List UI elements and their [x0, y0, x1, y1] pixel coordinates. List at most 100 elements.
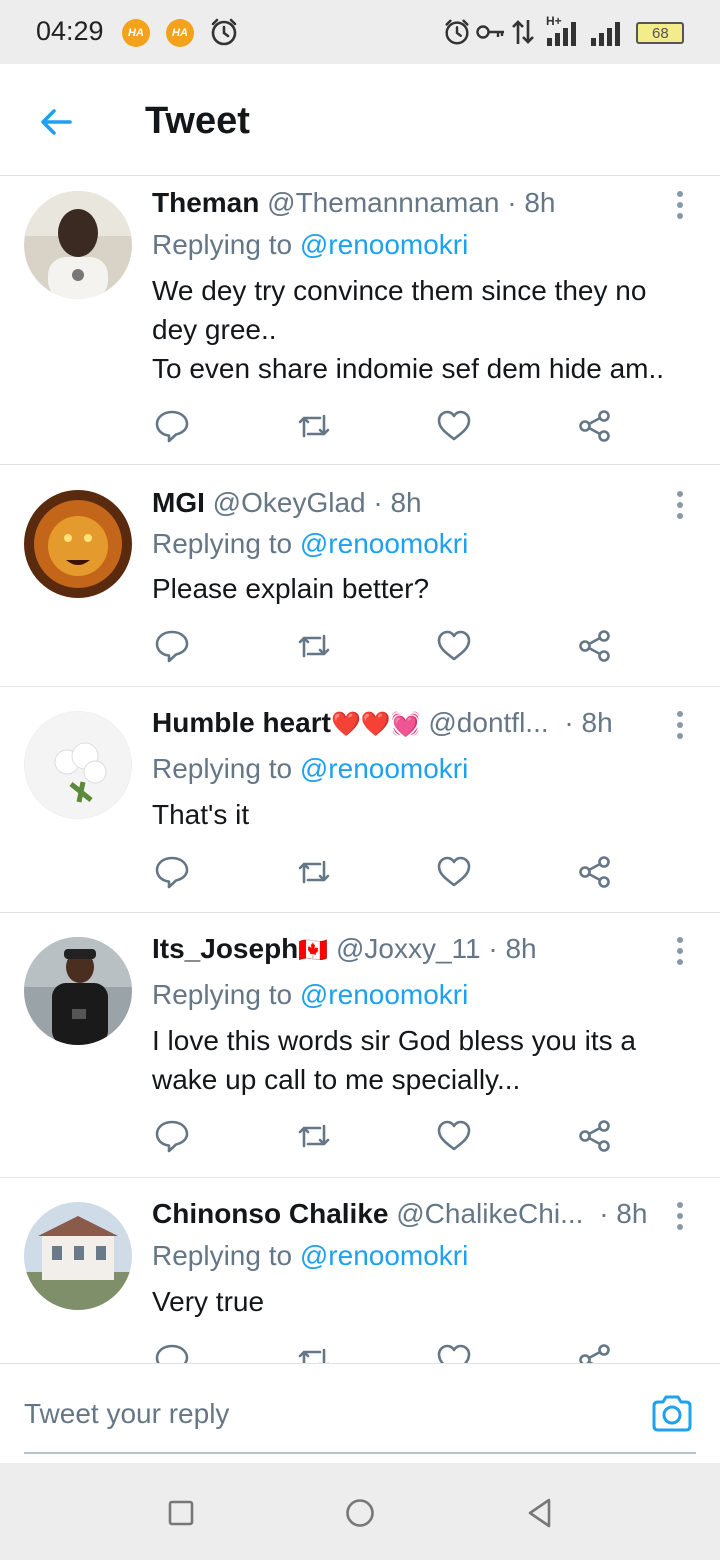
display-name[interactable]: Humble heart [152, 707, 331, 738]
avatar[interactable] [24, 490, 132, 598]
user-handle: @Joxxy_11 [335, 933, 481, 964]
share-icon[interactable] [577, 628, 613, 664]
tweet[interactable]: MGI @OkeyGlad · 8h Replying to @renoomok… [0, 465, 720, 687]
more-vertical-icon[interactable] [672, 189, 688, 221]
replying-to: Replying to @renoomokri [152, 528, 468, 560]
more-vertical-icon[interactable] [672, 935, 688, 967]
reply-input[interactable] [24, 1392, 624, 1436]
data-arrows-icon [512, 20, 534, 44]
retweet-icon[interactable] [296, 628, 332, 664]
reply-icon[interactable] [154, 1342, 190, 1363]
share-icon[interactable] [577, 408, 613, 444]
alarm-icon [211, 18, 237, 46]
alarm-icon [445, 19, 469, 45]
reply-icon[interactable] [154, 628, 190, 664]
avatar[interactable] [24, 711, 132, 819]
reply-feed[interactable]: Theman @Themannnaman · 8h Replying to @r… [0, 177, 720, 1363]
display-name[interactable]: Its_Joseph [152, 933, 298, 964]
display-name[interactable]: MGI [152, 487, 205, 518]
page-title: Tweet [145, 100, 250, 142]
more-vertical-icon[interactable] [672, 709, 688, 741]
back-triangle-icon[interactable] [522, 1495, 558, 1531]
more-vertical-icon[interactable] [672, 489, 688, 521]
user-handle: @OkeyGlad [212, 487, 366, 518]
heart-icon[interactable] [436, 628, 472, 664]
replying-to: Replying to @renoomokri [152, 753, 468, 785]
status-time: 04:29 [36, 16, 104, 46]
retweet-icon[interactable] [296, 408, 332, 444]
retweet-icon[interactable] [296, 854, 332, 890]
share-icon[interactable] [577, 854, 613, 890]
tweet-text-line: wake up call to me specially... [152, 1064, 521, 1095]
name-emoji: ❤️❤️💓 [330, 711, 421, 738]
signal-icon [591, 22, 620, 46]
status-bar: 04:29 HA HA H+ 68 [0, 0, 720, 64]
heart-icon[interactable] [436, 408, 472, 444]
recents-square-icon[interactable] [163, 1495, 199, 1531]
retweet-icon[interactable] [296, 1342, 332, 1363]
tweet-time: · 8h [507, 187, 556, 218]
display-name[interactable]: Theman [152, 187, 259, 218]
reply-icon[interactable] [154, 1118, 190, 1154]
heart-icon[interactable] [436, 1342, 472, 1363]
share-icon[interactable] [577, 1342, 613, 1363]
mention-link[interactable]: @renoomokri [300, 528, 468, 559]
tweet-time: · 8h [599, 1198, 648, 1229]
tweet-text-line: That's it [152, 799, 250, 830]
avatar[interactable] [24, 937, 132, 1045]
replying-to-label: Replying to [152, 979, 293, 1010]
tweet-text-line: I love this words sir God bless you its … [152, 1025, 636, 1056]
tweet-header: MGI @OkeyGlad · 8h [152, 487, 652, 519]
user-handle: @ChalikeChi... [396, 1198, 584, 1229]
system-nav-bar [0, 1463, 720, 1560]
tweet-time: · 8h [373, 487, 422, 518]
mention-link[interactable]: @renoomokri [300, 753, 468, 784]
share-icon[interactable] [577, 1118, 613, 1154]
tweet-text: That's it [152, 795, 712, 834]
avatar[interactable] [24, 191, 132, 299]
more-vertical-icon[interactable] [672, 1200, 688, 1232]
tweet[interactable]: Its_Joseph🇨🇦 @Joxxy_11 · 8h Replying to … [0, 913, 720, 1178]
heart-icon[interactable] [436, 854, 472, 890]
tweet[interactable]: Humble heart❤️❤️💓 @dontfl... · 8h Replyi… [0, 687, 720, 913]
tweet-text: Very true [152, 1282, 712, 1321]
arrow-left-icon[interactable] [36, 102, 76, 142]
tweet-header: Its_Joseph🇨🇦 @Joxxy_11 · 8h [152, 933, 652, 965]
battery-icon: 68 [636, 22, 684, 44]
signal-icon [547, 22, 576, 46]
tweet[interactable]: Theman @Themannnaman · 8h Replying to @r… [0, 177, 720, 465]
retweet-icon[interactable] [296, 1118, 332, 1154]
tweet-text-line: Very true [152, 1286, 265, 1317]
replying-to-label: Replying to [152, 229, 293, 260]
key-icon [476, 25, 504, 39]
name-emoji: 🇨🇦 [298, 937, 329, 964]
mention-link[interactable]: @renoomokri [300, 229, 468, 260]
tweet[interactable]: Chinonso Chalike @ChalikeChi... · 8h Rep… [0, 1178, 720, 1363]
reply-icon[interactable] [154, 408, 190, 444]
heart-icon[interactable] [436, 1118, 472, 1154]
tweet-text: Please explain better? [152, 569, 712, 608]
display-name[interactable]: Chinonso Chalike [152, 1198, 388, 1229]
home-circle-icon[interactable] [342, 1495, 378, 1531]
mention-link[interactable]: @renoomokri [300, 979, 468, 1010]
replying-to: Replying to @renoomokri [152, 1240, 468, 1272]
tweet-actions-peek [0, 1340, 720, 1363]
tweet-text: We dey try convince them since they no d… [152, 271, 712, 388]
tweet-text-line: dey gree.. [152, 314, 277, 345]
replying-to: Replying to @renoomokri [152, 979, 468, 1011]
tweet-text: I love this words sir God bless you its … [152, 1021, 712, 1099]
app-badge-icon: HA [122, 19, 150, 47]
battery-level: 68 [652, 25, 669, 42]
camera-icon[interactable] [650, 1392, 694, 1436]
input-underline [24, 1452, 696, 1454]
replying-to: Replying to @renoomokri [152, 229, 468, 261]
reply-composer [0, 1363, 720, 1463]
tweet-header: Humble heart❤️❤️💓 @dontfl... · 8h [152, 707, 652, 739]
tweet-header: Theman @Themannnaman · 8h [152, 187, 652, 219]
reply-icon[interactable] [154, 854, 190, 890]
avatar[interactable] [24, 1202, 132, 1310]
replying-to-label: Replying to [152, 753, 293, 784]
mention-link[interactable]: @renoomokri [300, 1240, 468, 1271]
tweet-header: Chinonso Chalike @ChalikeChi... · 8h [152, 1198, 652, 1230]
tweet-text-line: Please explain better? [152, 573, 430, 604]
